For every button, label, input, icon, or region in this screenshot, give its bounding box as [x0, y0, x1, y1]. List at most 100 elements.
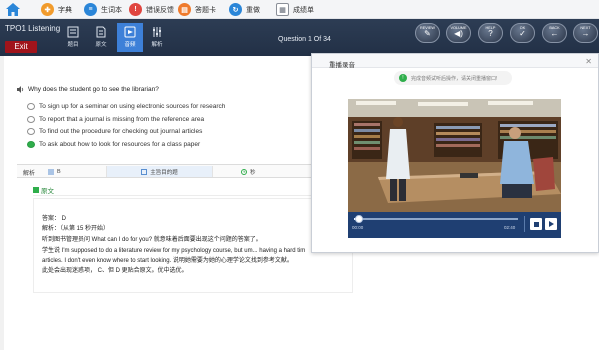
speaker-icon: ◀): [454, 29, 463, 38]
topbar-item-label: 字典: [58, 6, 72, 14]
exit-button[interactable]: Exit: [5, 41, 37, 53]
option-text: To report that a journal is missing from…: [39, 115, 205, 123]
tab-original-text[interactable]: 原文: [33, 185, 54, 195]
ok-button[interactable]: OK ✓: [510, 23, 535, 43]
arrow-right-icon: →: [581, 29, 590, 38]
time-total: 02:40: [504, 225, 516, 230]
test-header: TPO1 Listening Exit 题目 原文 音频 解析 Question…: [0, 19, 599, 56]
arrow-left-icon: ←: [550, 29, 559, 38]
hint-text: 完成音频试听后操作，请关闭重播窗口!: [411, 75, 498, 82]
analysis-bar: 解析 B 主旨目的题 秒: [17, 164, 353, 178]
progress-handle[interactable]: [354, 215, 363, 223]
audio-player: 00:00 02:40: [348, 212, 561, 238]
review-button[interactable]: REVIEW ✎: [415, 23, 440, 43]
answer-option-a[interactable]: To sign up for a seminar on using electr…: [27, 101, 225, 111]
tab-questions[interactable]: 题目: [60, 23, 86, 52]
topbar-item-redo[interactable]: ↻ 重做: [229, 2, 260, 17]
divider: [33, 195, 353, 196]
question-prompt: Why does the student go to see the libra…: [17, 86, 159, 93]
analysis-line: 听到图书管理员问 What can I do for you? 就意味着后面要出…: [42, 237, 262, 243]
answer-option-d[interactable]: To ask about how to look for resources f…: [27, 139, 200, 149]
feedback-icon: !: [129, 3, 142, 16]
segment-answer[interactable]: B: [43, 166, 107, 177]
topbar-item-label: 生词本: [101, 6, 122, 14]
tab-label: 题目: [67, 42, 79, 48]
topbar-item-answer-card[interactable]: ▤ 答题卡: [178, 2, 216, 17]
radio-button[interactable]: [27, 102, 35, 110]
stop-button[interactable]: [530, 218, 542, 230]
stop-icon: [533, 221, 539, 227]
radio-button[interactable]: [27, 127, 35, 135]
time-current: 00:00: [352, 225, 364, 230]
tab-label: 原文: [95, 42, 107, 48]
segment-label: 秒: [250, 169, 256, 176]
check-icon: ✓: [519, 29, 526, 38]
help-icon: ?: [488, 29, 493, 38]
notebook-icon: ≡: [84, 3, 97, 16]
answer-card-icon: ▤: [178, 3, 191, 16]
analysis-label: 解析: [23, 171, 36, 177]
tab-label: 音频: [124, 42, 136, 48]
answer-option-b[interactable]: To report that a journal is missing from…: [27, 114, 204, 124]
answer-line: 答案： D: [42, 216, 67, 222]
tab-analysis[interactable]: 解析: [144, 23, 170, 52]
topbar-item-label: 答题卡: [195, 6, 216, 14]
report-card-icon: ▦: [276, 3, 289, 16]
analysis-line: articles. I don't even know where to sta…: [42, 258, 293, 264]
topbar-item-label: 成绩单: [293, 6, 314, 14]
play-button[interactable]: [545, 218, 557, 230]
topbar-item-vocabulary[interactable]: ≡ 生词本: [84, 2, 122, 17]
segment-label: 主旨目的题: [150, 169, 178, 176]
original-text-icon: [33, 187, 39, 193]
library-scene-image: [348, 99, 561, 212]
play-icon: [549, 221, 554, 227]
tab-audio[interactable]: 音频: [117, 23, 143, 52]
close-icon[interactable]: ✕: [585, 57, 592, 66]
replay-audio-dialog: 重播录音 ✕ ! 完成音频试听后操作，请关闭重播窗口! 00:00 02:40: [311, 53, 599, 253]
tab-label: 解析: [151, 42, 163, 48]
topbar-item-feedback[interactable]: ! 错误反馈: [129, 2, 174, 17]
clock-icon: [241, 168, 247, 175]
answer-option-c[interactable]: To find out the procedure for checking o…: [27, 126, 202, 136]
segment-label: B: [57, 168, 61, 175]
volume-button[interactable]: VOLUME ◀): [446, 23, 471, 43]
home-icon[interactable]: [5, 2, 21, 17]
radio-button-selected[interactable]: [27, 140, 35, 148]
help-button[interactable]: HELP ?: [478, 23, 503, 43]
analysis-icon: [153, 27, 161, 37]
explain-line: 解析：（从第 15 秒开始）: [42, 226, 110, 232]
list-icon: [48, 169, 54, 174]
review-icon: ✎: [424, 29, 431, 38]
dialog-hint: ! 完成音频试听后操作，请关闭重播窗口!: [394, 71, 512, 85]
analysis-line: 此处会出现迷惑项， C、但 D 更贴合原文。优中选优。: [42, 268, 188, 274]
audio-icon: [124, 26, 136, 38]
back-button[interactable]: BACK ←: [542, 23, 567, 43]
tab-transcript[interactable]: 原文: [88, 23, 114, 52]
test-title: TPO1 Listening: [5, 24, 61, 33]
player-separator: [524, 216, 525, 232]
redo-icon: ↻: [229, 3, 242, 16]
option-text: To ask about how to look for resources f…: [39, 140, 201, 148]
topbar-item-dictionary[interactable]: ✚ 字典: [41, 2, 72, 17]
analysis-line: 学生说 I'm supposed to do a literature revi…: [42, 248, 306, 254]
topbar-item-report-card[interactable]: ▦ 成绩单: [276, 2, 314, 17]
analysis-text-panel: 答案： D 解析：（从第 15 秒开始） 听到图书管理员问 What can I…: [33, 198, 353, 293]
tag-icon: [141, 168, 148, 175]
topbar-item-label: 重做: [246, 6, 260, 14]
speaker-icon: [17, 86, 24, 93]
question-counter: Question 1 Of 34: [278, 36, 331, 43]
book-icon: ✚: [41, 3, 54, 16]
question-text: Why does the student go to see the libra…: [28, 86, 159, 93]
original-text-label: 原文: [41, 188, 54, 195]
topbar-item-label: 错误反馈: [146, 6, 174, 14]
option-text: To sign up for a seminar on using electr…: [39, 102, 226, 110]
top-toolbar: ✚ 字典 ≡ 生词本 ! 错误反馈 ▤ 答题卡 ↻ 重做 ▦ 成绩单: [0, 0, 599, 19]
left-edge-strip: [0, 56, 4, 350]
option-text: To find out the procedure for checking o…: [39, 127, 203, 135]
segment-question-type[interactable]: 主旨目的题: [107, 166, 213, 177]
info-icon: !: [399, 74, 407, 82]
next-button[interactable]: NEXT →: [573, 23, 598, 43]
progress-track[interactable]: [354, 218, 518, 220]
video-frame[interactable]: [348, 99, 561, 212]
radio-button[interactable]: [27, 115, 35, 123]
